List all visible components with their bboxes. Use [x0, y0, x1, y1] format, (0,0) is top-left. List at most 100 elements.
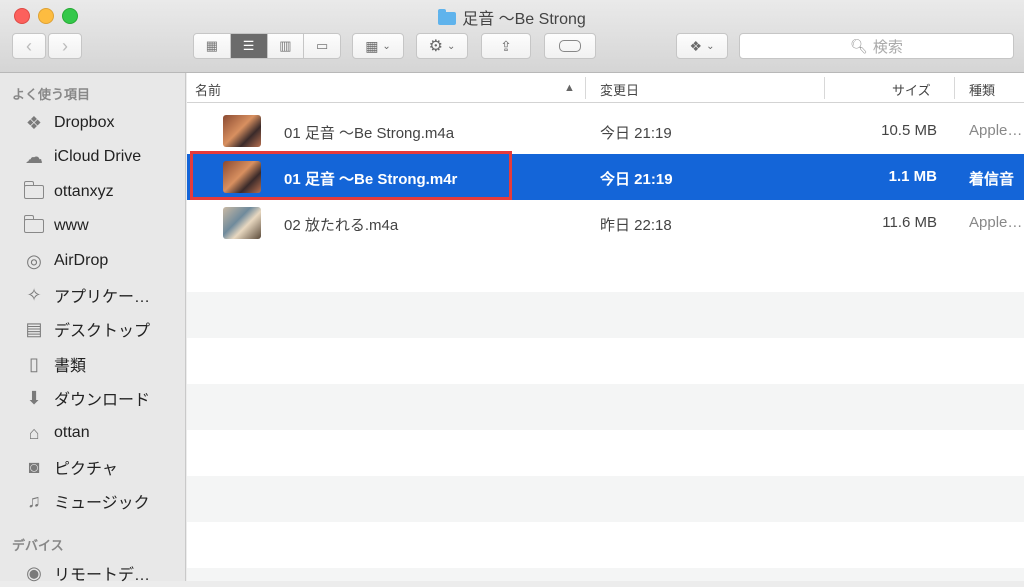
dropbox-icon: ❖	[25, 112, 43, 133]
file-row[interactable]: 02 放たれる.m4a 昨日 22:18 11.6 MB Apple…	[187, 200, 1024, 246]
search-icon: 🔍︎	[850, 37, 868, 54]
file-date: 今日 21:19	[600, 171, 673, 188]
gear-icon: ⚙	[428, 38, 443, 55]
sidebar-item-label: iCloud Drive	[54, 148, 142, 165]
columns-icon: ▥	[279, 38, 292, 53]
tags-button[interactable]	[544, 33, 596, 59]
toolbar: 足音 〜Be Strong ‹ › ▦ ☰ ▥ ▭ ▦ ⌄ ⚙ ⌄ ⇪ ❖ ⌄ 🔍︎ 検…	[0, 0, 1024, 73]
chevron-down-icon: ⌄	[382, 40, 391, 52]
file-name: 01 足音 〜Be Strong.m4a	[284, 125, 455, 142]
coverflow-icon: ▭	[315, 38, 329, 53]
arrange-grid-icon: ▦	[365, 37, 379, 54]
icon-view-button[interactable]: ▦	[194, 34, 231, 58]
applications-icon: ✧	[26, 284, 42, 305]
file-size: 10.5 MB	[881, 122, 937, 139]
column-header-date[interactable]: 変更日	[600, 80, 639, 99]
column-header-kind[interactable]: 種類	[969, 80, 995, 99]
back-button[interactable]: ‹	[12, 33, 46, 59]
documents-icon: ▯	[29, 353, 39, 374]
music-icon: ♫	[27, 490, 41, 511]
file-row[interactable]: 01 足音 〜Be Strong.m4a 今日 21:19 10.5 MB Ap…	[187, 108, 1024, 154]
search-field[interactable]: 🔍︎ 検索	[739, 33, 1014, 59]
tag-icon	[559, 40, 581, 52]
sidebar-item-music[interactable]: ♫ ミュージック	[22, 487, 150, 515]
camera-icon: ◙	[28, 456, 40, 477]
album-art-thumbnail	[223, 207, 261, 239]
folder-icon	[22, 181, 46, 202]
sidebar-item-www[interactable]: www	[22, 212, 89, 240]
coverflow-view-button[interactable]: ▭	[304, 34, 340, 58]
sidebar-item-remote-disc[interactable]: ◉ リモートデ…	[22, 559, 150, 587]
sidebar-heading-devices: デバイス	[12, 538, 64, 553]
sidebar-item-desktop[interactable]: ▤ デスクトップ	[22, 315, 150, 343]
sidebar-item-label: デスクトップ	[54, 323, 151, 340]
sidebar-item-dropbox[interactable]: ❖ Dropbox	[22, 109, 115, 137]
chevron-left-icon: ‹	[26, 35, 32, 56]
file-kind: Apple…	[969, 214, 1023, 231]
sidebar-item-label: 書類	[54, 358, 87, 375]
file-kind: Apple…	[969, 122, 1023, 139]
column-header-size[interactable]: サイズ	[892, 80, 931, 99]
sidebar-heading-favorites: よく使う項目	[12, 87, 91, 102]
download-icon: ⬇	[26, 387, 42, 408]
column-view-button[interactable]: ▥	[267, 34, 305, 58]
file-name: 02 放たれる.m4a	[284, 217, 399, 234]
disc-icon: ◉	[26, 562, 42, 583]
sidebar-item-label: リモートデ…	[54, 567, 151, 584]
arrange-button[interactable]: ▦ ⌄	[352, 33, 404, 59]
sidebar-item-label: www	[54, 217, 89, 234]
sidebar-item-label: ピクチャ	[54, 461, 118, 478]
action-button[interactable]: ⚙ ⌄	[416, 33, 468, 59]
file-list: 名前 ▲ 変更日 サイズ 種類 01 足音 〜Be Strong.m4a 今日 …	[187, 73, 1024, 581]
folder-icon	[438, 9, 457, 25]
sidebar-item-home[interactable]: ⌂ ottan	[22, 419, 90, 447]
file-kind: 着信音	[969, 171, 1015, 188]
sidebar-item-label: ミュージック	[54, 495, 150, 512]
sidebar-item-ottanxyz[interactable]: ottanxyz	[22, 178, 114, 206]
file-date: 昨日 22:18	[600, 217, 672, 234]
sidebar-item-airdrop[interactable]: ◎ AirDrop	[22, 247, 108, 275]
file-date: 今日 21:19	[600, 125, 672, 142]
sidebar-item-pictures[interactable]: ◙ ピクチャ	[22, 453, 118, 481]
list-icon: ☰	[242, 38, 255, 53]
finder-window: 足音 〜Be Strong ‹ › ▦ ☰ ▥ ▭ ▦ ⌄ ⚙ ⌄ ⇪ ❖ ⌄ 🔍︎ 検…	[0, 0, 1024, 584]
sidebar-item-applications[interactable]: ✧ アプリケー…	[22, 281, 150, 309]
sidebar-item-label: ottanxyz	[54, 183, 114, 200]
file-size: 1.1 MB	[888, 168, 937, 185]
highlight-annotation-box	[190, 151, 512, 200]
empty-row	[187, 384, 1024, 430]
sidebar-item-icloud-drive[interactable]: ☁ iCloud Drive	[22, 143, 141, 171]
sidebar-item-label: ottan	[54, 424, 90, 441]
file-size: 11.6 MB	[882, 214, 937, 231]
empty-row	[187, 476, 1024, 522]
sidebar-item-downloads[interactable]: ⬇ ダウンロード	[22, 384, 150, 412]
cloud-icon: ☁	[25, 146, 43, 167]
chevron-down-icon: ⌄	[446, 40, 456, 52]
sidebar-item-label: AirDrop	[54, 252, 109, 269]
window-title-text: 足音 〜Be Strong	[462, 11, 586, 28]
share-icon: ⇪	[500, 37, 512, 54]
forward-button[interactable]: ›	[48, 33, 82, 59]
album-art-thumbnail	[223, 115, 261, 147]
sidebar: よく使う項目 ❖ Dropbox ☁ iCloud Drive ottanxyz w…	[0, 73, 186, 584]
empty-row	[187, 522, 1024, 568]
empty-row	[187, 246, 1024, 292]
home-icon: ⌂	[28, 422, 40, 443]
empty-row	[187, 430, 1024, 476]
sort-ascending-icon: ▲	[564, 82, 575, 94]
airdrop-icon: ◎	[26, 250, 42, 271]
dropbox-button[interactable]: ❖ ⌄	[676, 33, 728, 59]
dropbox-icon: ❖	[689, 37, 703, 54]
list-view-button[interactable]: ☰	[230, 34, 268, 58]
share-button[interactable]: ⇪	[481, 33, 531, 59]
column-header-name[interactable]: 名前	[195, 80, 221, 99]
empty-row	[187, 292, 1024, 338]
chevron-down-icon: ⌄	[706, 40, 715, 52]
view-mode-selector: ▦ ☰ ▥ ▭	[193, 33, 341, 59]
window-title: 足音 〜Be Strong	[0, 5, 1024, 29]
empty-row	[187, 338, 1024, 384]
empty-row	[187, 568, 1024, 581]
sidebar-item-documents[interactable]: ▯ 書類	[22, 350, 86, 378]
sidebar-item-label: アプリケー…	[54, 289, 151, 306]
grid-icon: ▦	[205, 38, 219, 53]
